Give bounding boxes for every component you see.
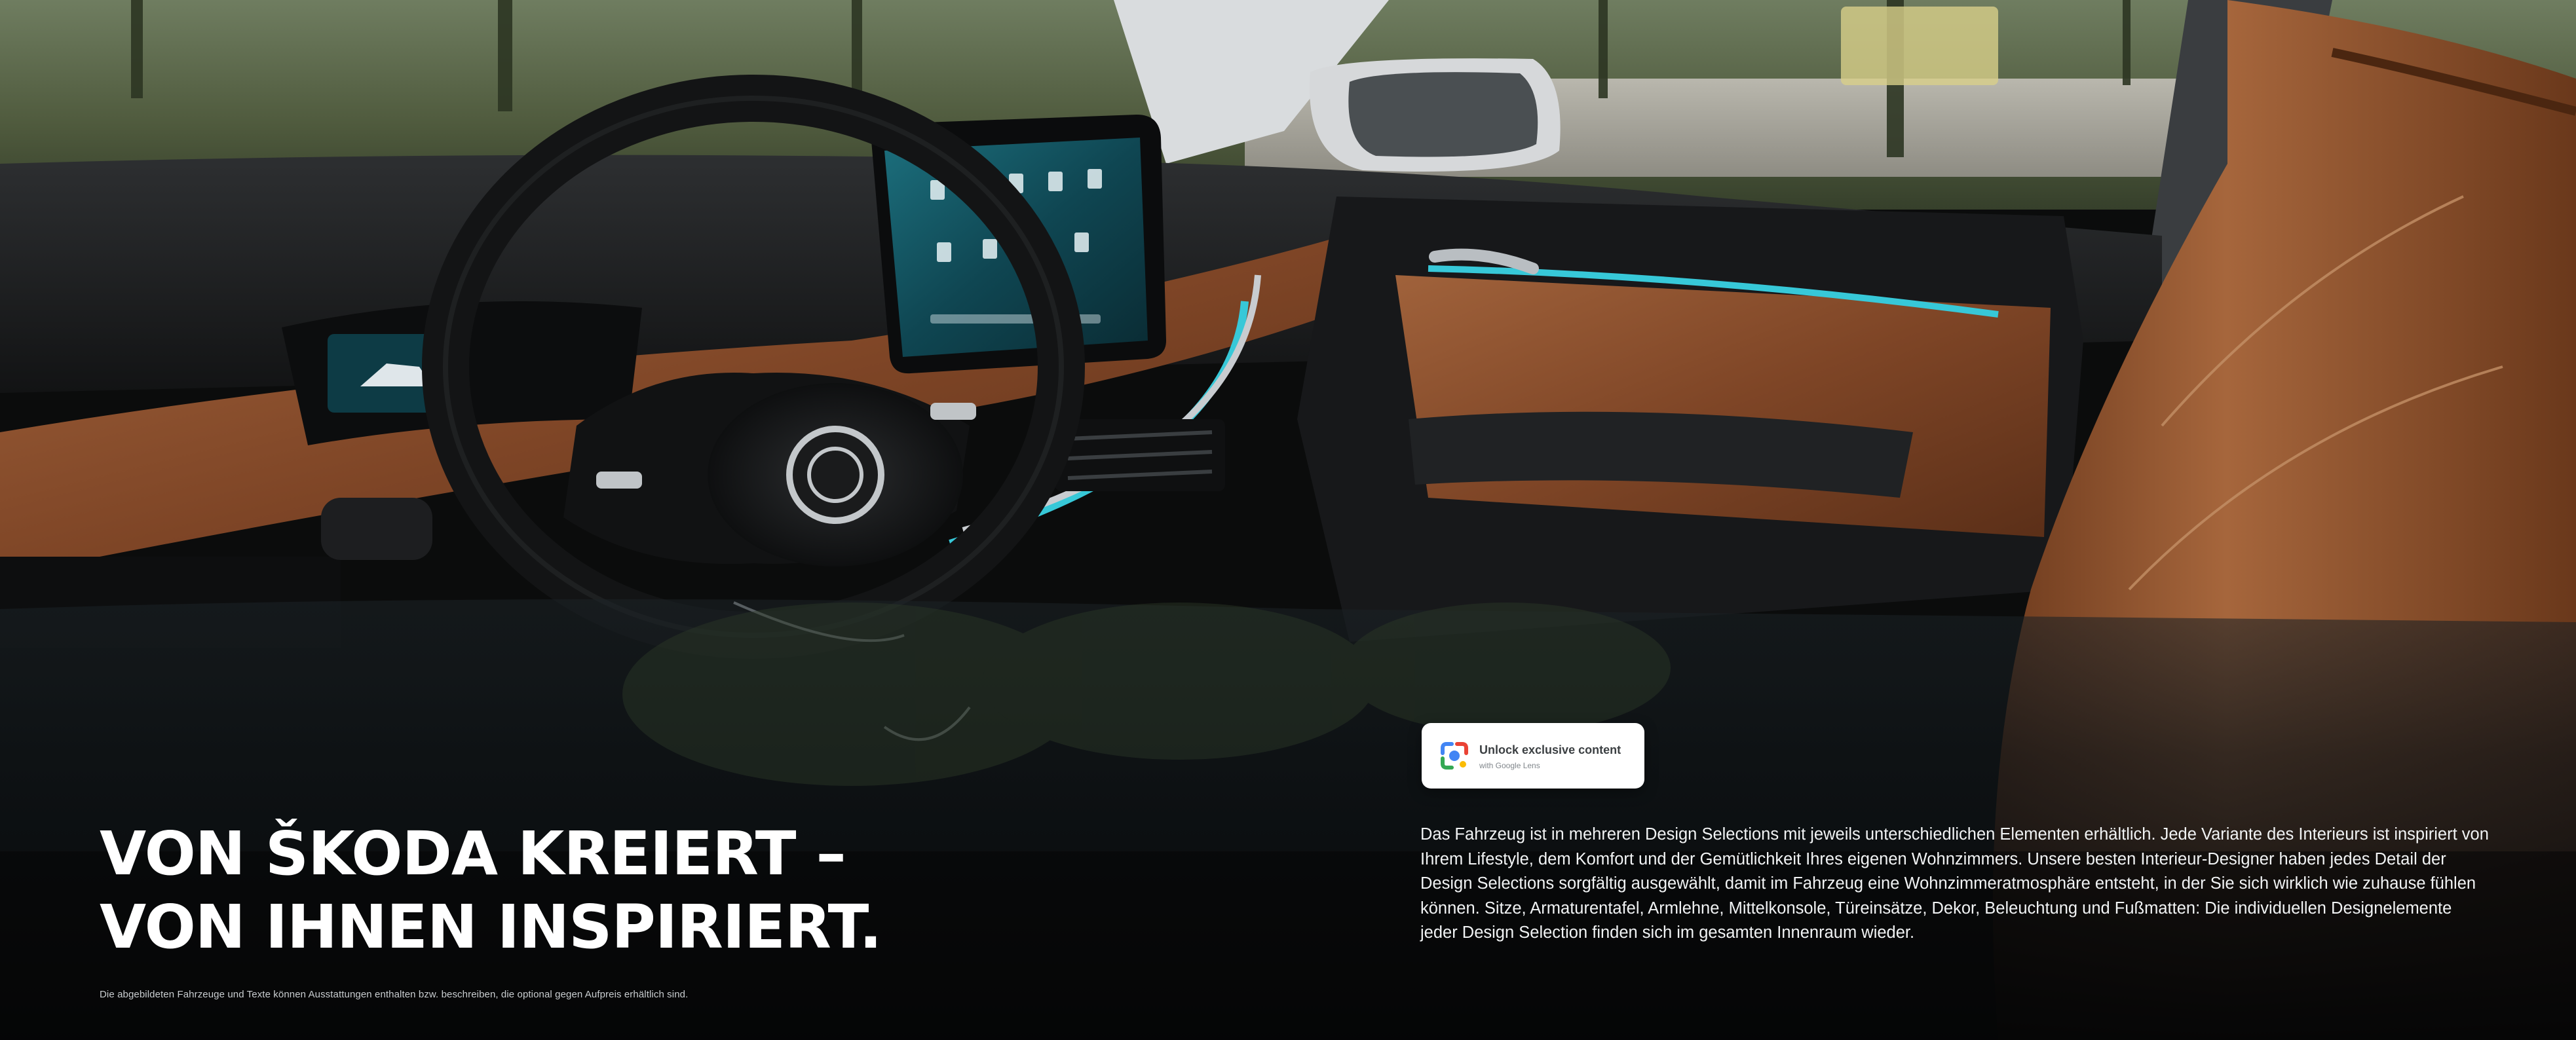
disclaimer-text: Die abgebildeten Fahrzeuge und Texte kön… <box>100 989 689 1000</box>
body-paragraph: Das Fahrzeug ist in mehreren Design Sele… <box>1420 823 2489 946</box>
google-lens-badge[interactable]: Unlock exclusive content with Google Len… <box>1422 723 1644 789</box>
headline-line-1: VON ŠKODA KREIERT – <box>100 819 846 889</box>
lens-badge-title: Unlock exclusive content <box>1479 743 1621 756</box>
body-line: können. Sitze, Armaturentafel, Armlehne,… <box>1420 899 2452 918</box>
body-line: Ihrem Lifestyle, dem Komfort und der Gem… <box>1420 849 2446 868</box>
brochure-page: VON ŠKODA KREIERT – VON IHNEN INSPIRIERT… <box>0 0 2576 1040</box>
headline-line-2: VON IHNEN INSPIRIERT. <box>100 892 882 962</box>
body-line: Das Fahrzeug ist in mehreren Design Sele… <box>1420 825 2489 844</box>
headline: VON ŠKODA KREIERT – VON IHNEN INSPIRIERT… <box>100 817 1082 964</box>
google-lens-icon <box>1441 742 1468 770</box>
lens-badge-subtitle: with Google Lens <box>1479 761 1540 770</box>
body-line: jeder Design Selection finden sich im ge… <box>1420 923 1915 942</box>
body-line: Design Selections sorgfältig ausgewählt,… <box>1420 874 2476 893</box>
